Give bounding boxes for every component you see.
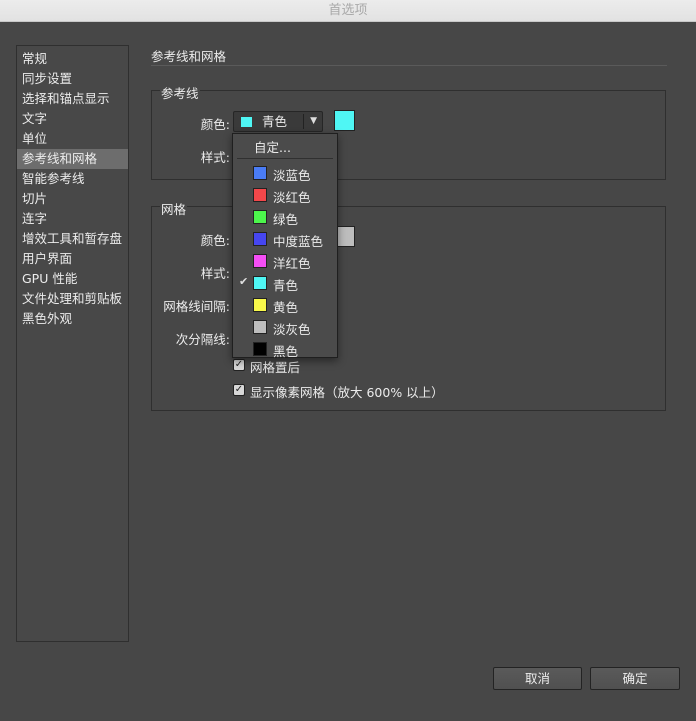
light-red-swatch-icon — [253, 188, 267, 202]
dropdown-option-light-gray[interactable]: 淡灰色 — [233, 316, 337, 338]
sidebar-item-selection-anchor[interactable]: 选择和锚点显示 — [17, 89, 128, 109]
sidebar-item-guides-grid[interactable]: 参考线和网格 — [17, 149, 128, 169]
light-gray-swatch-icon — [253, 320, 267, 334]
sidebar-item-general[interactable]: 常规 — [17, 49, 128, 69]
dropdown-option-magenta[interactable]: 洋红色 — [233, 250, 337, 272]
dropdown-option-label: 洋红色 — [273, 256, 311, 271]
guides-group-label: 参考线 — [160, 83, 200, 102]
dropdown-option-label: 淡红色 — [273, 190, 311, 205]
color-dropdown-menu: 自定... 淡蓝色淡红色绿色中度蓝色洋红色 ✔ 青色黄色淡灰色黑色 — [232, 133, 338, 360]
preferences-sidebar: 常规 同步设置 选择和锚点显示 文字 单位 参考线和网格 智能参考线 切片 连字… — [16, 45, 129, 642]
dropdown-option-medium-blue[interactable]: 中度蓝色 — [233, 228, 337, 250]
dropdown-option-label: 淡蓝色 — [273, 168, 311, 183]
pixel-grid-label: 显示像素网格（放大 600% 以上） — [250, 385, 444, 400]
guides-color-label: 颜色: — [200, 117, 230, 132]
light-blue-swatch-icon — [253, 166, 267, 180]
guides-color-value: 青色 — [262, 114, 288, 129]
dropdown-separator — [237, 158, 333, 159]
chevron-down-icon: ▼ — [310, 116, 317, 126]
sidebar-item-slices[interactable]: 切片 — [17, 189, 128, 209]
sidebar-item-file-handling[interactable]: 文件处理和剪贴板 — [17, 289, 128, 309]
dropdown-option-black[interactable]: 黑色 — [233, 338, 337, 360]
ok-button[interactable]: 确定 — [590, 667, 680, 690]
green-swatch-icon — [253, 210, 267, 224]
checkmark-icon: ✔ — [239, 275, 249, 288]
dropdown-option-label: 绿色 — [273, 212, 299, 227]
combo-divider — [303, 114, 304, 129]
sidebar-item-hyphenation[interactable]: 连字 — [17, 209, 128, 229]
grid-spacing-label: 网格线间隔: — [163, 299, 230, 314]
sidebar-item-gpu-performance[interactable]: GPU 性能 — [17, 269, 128, 289]
window-title: 首选项 — [0, 0, 696, 22]
sidebar-item-sync-settings[interactable]: 同步设置 — [17, 69, 128, 89]
grids-in-back-checkbox[interactable]: ✓ — [233, 359, 245, 371]
dropdown-option-label: 青色 — [273, 278, 299, 293]
sidebar-item-smart-guides[interactable]: 智能参考线 — [17, 169, 128, 189]
dropdown-custom-item[interactable]: 自定... — [254, 137, 291, 156]
grid-subdivision-label: 次分隔线: — [175, 332, 230, 347]
dropdown-option-cyan[interactable]: ✔ 青色 — [233, 272, 337, 294]
grid-color-label: 颜色: — [200, 233, 230, 248]
dropdown-option-light-blue[interactable]: 淡蓝色 — [233, 162, 337, 184]
dropdown-option-green[interactable]: 绿色 — [233, 206, 337, 228]
cyan-swatch-icon — [253, 276, 267, 290]
dropdown-option-yellow[interactable]: 黄色 — [233, 294, 337, 316]
guides-group — [151, 90, 666, 180]
sidebar-item-black-appearance[interactable]: 黑色外观 — [17, 309, 128, 329]
grid-group-label: 网格 — [160, 199, 188, 218]
cyan-swatch-icon — [241, 117, 252, 127]
dropdown-option-label: 黑色 — [273, 344, 299, 359]
dropdown-option-label: 中度蓝色 — [273, 234, 324, 249]
magenta-swatch-icon — [253, 254, 267, 268]
sidebar-item-plugins-scratch[interactable]: 增效工具和暂存盘 — [17, 229, 128, 249]
dropdown-option-light-red[interactable]: 淡红色 — [233, 184, 337, 206]
cancel-button[interactable]: 取消 — [493, 667, 582, 690]
guides-color-select[interactable]: 青色 ▼ — [233, 111, 323, 132]
grid-style-label: 样式: — [200, 266, 230, 281]
sidebar-item-type[interactable]: 文字 — [17, 109, 128, 129]
section-divider — [151, 65, 667, 66]
guides-color-swatch[interactable] — [334, 110, 355, 131]
medium-blue-swatch-icon — [253, 232, 267, 246]
section-title: 参考线和网格 — [151, 49, 227, 64]
yellow-swatch-icon — [253, 298, 267, 312]
pixel-grid-checkbox[interactable]: ✓ — [233, 384, 245, 396]
dropdown-option-label: 淡灰色 — [273, 322, 311, 337]
sidebar-item-units[interactable]: 单位 — [17, 129, 128, 149]
black-swatch-icon — [253, 342, 267, 356]
sidebar-item-user-interface[interactable]: 用户界面 — [17, 249, 128, 269]
dropdown-option-label: 黄色 — [273, 300, 299, 315]
guides-style-label: 样式: — [200, 150, 230, 165]
